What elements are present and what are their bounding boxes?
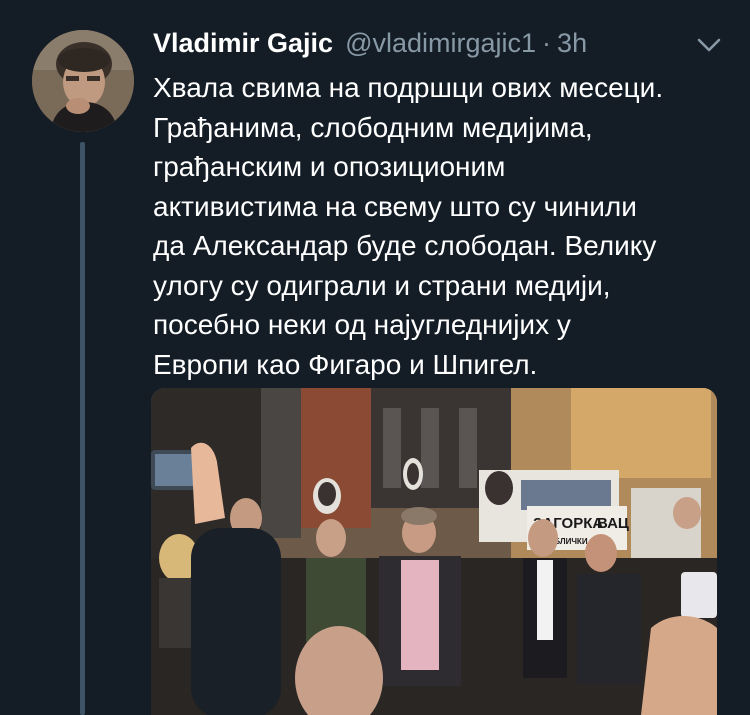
tweet[interactable]: Vladimir Gajic @vladimirgajic1 · 3h Хвал… <box>0 0 750 715</box>
tweet-text: Хвала свима на подршци ових месеци. Грађ… <box>153 68 743 384</box>
separator-dot: · <box>542 28 552 58</box>
tweet-text-line: Хвала свима на подршци ових месеци. <box>153 72 664 103</box>
author-handle[interactable]: @vladimirgajic1 <box>345 28 536 59</box>
tweet-text-line: да Александар буде слободан. Велику <box>153 230 657 261</box>
tweet-text-line: улогу су одиграли и страни медији, <box>153 269 611 301</box>
tweet-text-line: грађанским и опозиционим <box>153 151 506 182</box>
tweet-header: Vladimir Gajic @vladimirgajic1 · 3h <box>153 28 587 62</box>
thread-line <box>80 142 85 715</box>
tweet-text-line: Грађанима, слободним медијима, <box>153 111 593 143</box>
crowd-photo: ЗАГОРКА ВАЦ РЕПУБЛИЧКИ <box>151 388 717 715</box>
avatar[interactable] <box>32 30 134 132</box>
chevron-down-icon[interactable] <box>694 34 724 56</box>
tweet-text-line: Европи као Фигаро и Шпигел. <box>153 348 538 380</box>
tweet-text-line: посебно неки од најугледнијих у <box>153 309 571 340</box>
timestamp[interactable]: 3h <box>557 28 587 59</box>
sign-text-2: ВАЦ <box>597 515 629 532</box>
avatar-image <box>32 30 134 132</box>
author-name[interactable]: Vladimir Gajic <box>153 28 333 59</box>
tweet-photo[interactable]: ЗАГОРКА ВАЦ РЕПУБЛИЧКИ <box>151 388 717 715</box>
tweet-text-line: активистима на свему што су чинили <box>153 190 637 222</box>
